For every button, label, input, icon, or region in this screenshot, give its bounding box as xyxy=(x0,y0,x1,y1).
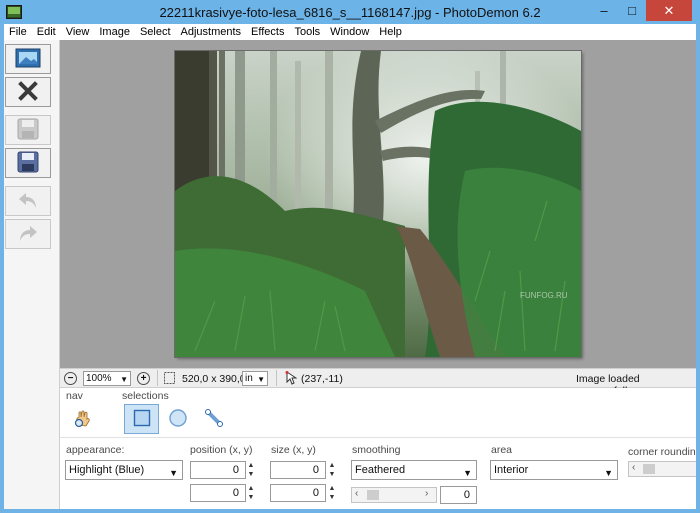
save-icon xyxy=(17,118,39,143)
menu-tools[interactable]: Tools xyxy=(289,26,325,38)
position-y-spinner[interactable]: ▲ ▼ xyxy=(246,484,256,502)
status-divider xyxy=(276,370,277,386)
smoothing-dropdown[interactable]: Feathered ▼ xyxy=(351,460,477,480)
plus-icon: + xyxy=(140,372,147,384)
file-toolbox xyxy=(4,40,60,509)
corner-rounding-label-wrap: corner rounding xyxy=(628,444,696,458)
rectangular-selection-button[interactable] xyxy=(124,404,159,434)
menu-window[interactable]: Window xyxy=(325,26,374,38)
position-label: position (x, y) xyxy=(190,444,253,456)
chevron-down-icon: ▼ xyxy=(463,468,472,478)
line-selection-button[interactable] xyxy=(198,404,230,434)
save-as-button[interactable] xyxy=(5,148,51,178)
menu-select[interactable]: Select xyxy=(135,26,176,38)
unit-dropdown[interactable]: in ▼ xyxy=(242,371,268,386)
scroll-left-icon[interactable]: ‹ xyxy=(355,488,358,499)
zoom-dropdown[interactable]: 100% ▼ xyxy=(83,371,131,386)
size-x-spinner[interactable]: ▲ ▼ xyxy=(327,461,337,479)
rectangle-select-icon xyxy=(133,409,151,430)
hand-tool-button[interactable] xyxy=(67,405,99,435)
elliptical-selection-button[interactable] xyxy=(162,404,194,434)
chevron-down-icon: ▼ xyxy=(604,468,613,478)
area-label: area xyxy=(491,444,513,456)
nav-group-label: nav xyxy=(66,390,83,402)
open-image-button[interactable] xyxy=(5,44,51,74)
cursor-position-text: (237,-11) xyxy=(301,373,343,385)
corner-rounding-label: corner rounding xyxy=(628,446,696,458)
appearance-value: Highlight (Blue) xyxy=(69,464,145,476)
redo-icon xyxy=(17,222,39,247)
save-as-icon xyxy=(17,151,39,176)
unit-value: in xyxy=(245,373,253,384)
position-y-input[interactable]: 0 xyxy=(190,484,246,502)
image-watermark: FUNFOG.RU xyxy=(520,291,568,300)
menu-file[interactable]: File xyxy=(4,26,32,38)
slider-thumb[interactable] xyxy=(367,490,379,500)
menu-image[interactable]: Image xyxy=(94,26,135,38)
menu-help[interactable]: Help xyxy=(374,26,407,38)
minus-icon: − xyxy=(67,372,74,384)
scroll-left-icon[interactable]: ‹ xyxy=(632,462,635,473)
selections-group-label: selections xyxy=(122,390,169,402)
maximize-button[interactable]: □ xyxy=(618,0,646,21)
close-window-button[interactable]: ✕ xyxy=(646,0,692,21)
status-divider xyxy=(157,370,158,386)
corner-rounding-slider[interactable]: ‹ xyxy=(628,461,696,477)
save-button[interactable] xyxy=(5,115,51,145)
ellipse-select-icon xyxy=(168,408,188,431)
menu-edit[interactable]: Edit xyxy=(32,26,61,38)
options-divider xyxy=(60,437,696,438)
appearance-dropdown[interactable]: Highlight (Blue) ▼ xyxy=(65,460,183,480)
scroll-right-icon[interactable]: › xyxy=(425,488,428,499)
undo-button[interactable] xyxy=(5,186,51,216)
close-image-button[interactable] xyxy=(5,77,51,107)
zoom-out-button[interactable]: − xyxy=(64,372,77,385)
undo-icon xyxy=(17,189,39,214)
smoothing-label: smoothing xyxy=(352,444,401,456)
menu-adjustments[interactable]: Adjustments xyxy=(176,26,247,38)
menu-bar: File Edit View Image Select Adjustments … xyxy=(4,24,696,40)
zoom-in-button[interactable]: + xyxy=(137,372,150,385)
image-size-icon xyxy=(164,372,175,384)
menu-effects[interactable]: Effects xyxy=(246,26,289,38)
line-select-icon xyxy=(204,408,224,431)
image-size-text: 520,0 x 390,0 xyxy=(182,373,246,385)
feather-value-input[interactable]: 0 xyxy=(440,486,477,504)
chevron-down-icon: ▼ xyxy=(120,375,128,384)
feather-slider[interactable]: ‹ › xyxy=(351,487,437,503)
appearance-label: appearance: xyxy=(66,444,125,456)
close-image-icon xyxy=(18,80,38,104)
size-y-spinner[interactable]: ▲ ▼ xyxy=(327,484,337,502)
area-value: Interior xyxy=(494,464,529,476)
area-dropdown[interactable]: Interior ▼ xyxy=(490,460,618,480)
minimize-button[interactable]: – xyxy=(590,0,618,21)
position-x-spinner[interactable]: ▲ ▼ xyxy=(246,461,256,479)
menu-view[interactable]: View xyxy=(61,26,95,38)
cursor-position-icon xyxy=(285,371,298,385)
position-x-input[interactable]: 0 xyxy=(190,461,246,479)
size-label: size (x, y) xyxy=(271,444,316,456)
size-x-input[interactable]: 0 xyxy=(270,461,326,479)
size-y-input[interactable]: 0 xyxy=(270,484,326,502)
chevron-down-icon: ▼ xyxy=(169,468,178,478)
redo-button[interactable] xyxy=(5,219,51,249)
zoom-value: 100% xyxy=(86,373,112,384)
open-image-icon xyxy=(15,48,41,71)
slider-thumb[interactable] xyxy=(643,464,655,474)
hand-zoom-icon xyxy=(73,409,93,432)
chevron-down-icon: ▼ xyxy=(257,375,265,384)
smoothing-value: Feathered xyxy=(355,464,406,476)
forest-photo: FUNFOG.RU xyxy=(175,51,581,357)
